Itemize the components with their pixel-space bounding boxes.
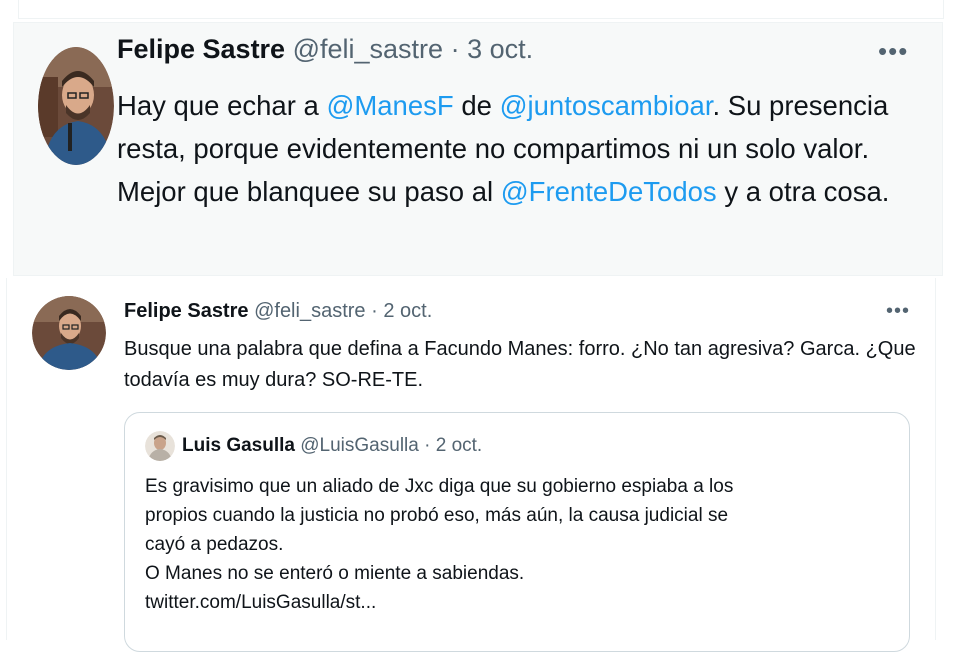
author-name[interactable]: Felipe Sastre [117,34,285,64]
mention-link[interactable]: @ManesF [326,90,453,121]
more-horizontal-icon[interactable]: ••• [878,36,908,67]
tweet-text-part: de [453,90,500,121]
mention-link[interactable]: @juntoscambioar [500,90,713,121]
tweet-text: Busque una palabra que defina a Facundo … [124,338,916,391]
separator: · [365,300,384,322]
tweet-text-part: y a otra cosa. [716,176,890,207]
tweet-header: Felipe Sastre @feli_sastre · 3 oct. [117,31,533,67]
tweet-text: Hay que echar a @ManesF de @juntoscambio… [117,84,917,213]
text-line: Es gravisimo que un aliado de Jxc diga q… [145,476,734,497]
quoted-tweet-header: Luis Gasulla @LuisGasulla · 2 oct. [182,431,482,461]
avatar[interactable] [145,431,175,461]
text-line: O Manes no se enteró o miente a sabienda… [145,563,525,584]
avatar[interactable] [32,296,106,370]
text-line: cayó a pedazos. [145,534,284,555]
previous-tweet-edge [18,0,944,19]
text-line: propios cuando la justicia no probó eso,… [145,505,729,526]
author-handle[interactable]: @feli_sastre [254,300,365,322]
tweet-date[interactable]: 2 oct. [436,435,482,456]
tweet-date[interactable]: 3 oct. [467,34,533,64]
separator: · [418,435,436,456]
tweet-link[interactable]: twitter.com/LuisGasulla/st... [145,588,885,617]
author-name[interactable]: Felipe Sastre [124,300,249,322]
tweet-date[interactable]: 2 oct. [383,300,432,322]
author-handle[interactable]: @feli_sastre [293,34,443,64]
quoted-tweet-text: Es gravisimo que un aliado de Jxc diga q… [145,472,885,617]
tweet-text-part: Hay que echar a [117,90,327,121]
more-horizontal-icon[interactable]: ••• [886,300,910,323]
mention-link[interactable]: @FrenteDeTodos [501,176,717,207]
separator: · [443,34,468,64]
avatar[interactable] [38,47,114,165]
author-handle[interactable]: @LuisGasulla [300,435,419,456]
tweet-header: Felipe Sastre @feli_sastre · 2 oct. [124,296,432,326]
author-name[interactable]: Luis Gasulla [182,435,295,456]
